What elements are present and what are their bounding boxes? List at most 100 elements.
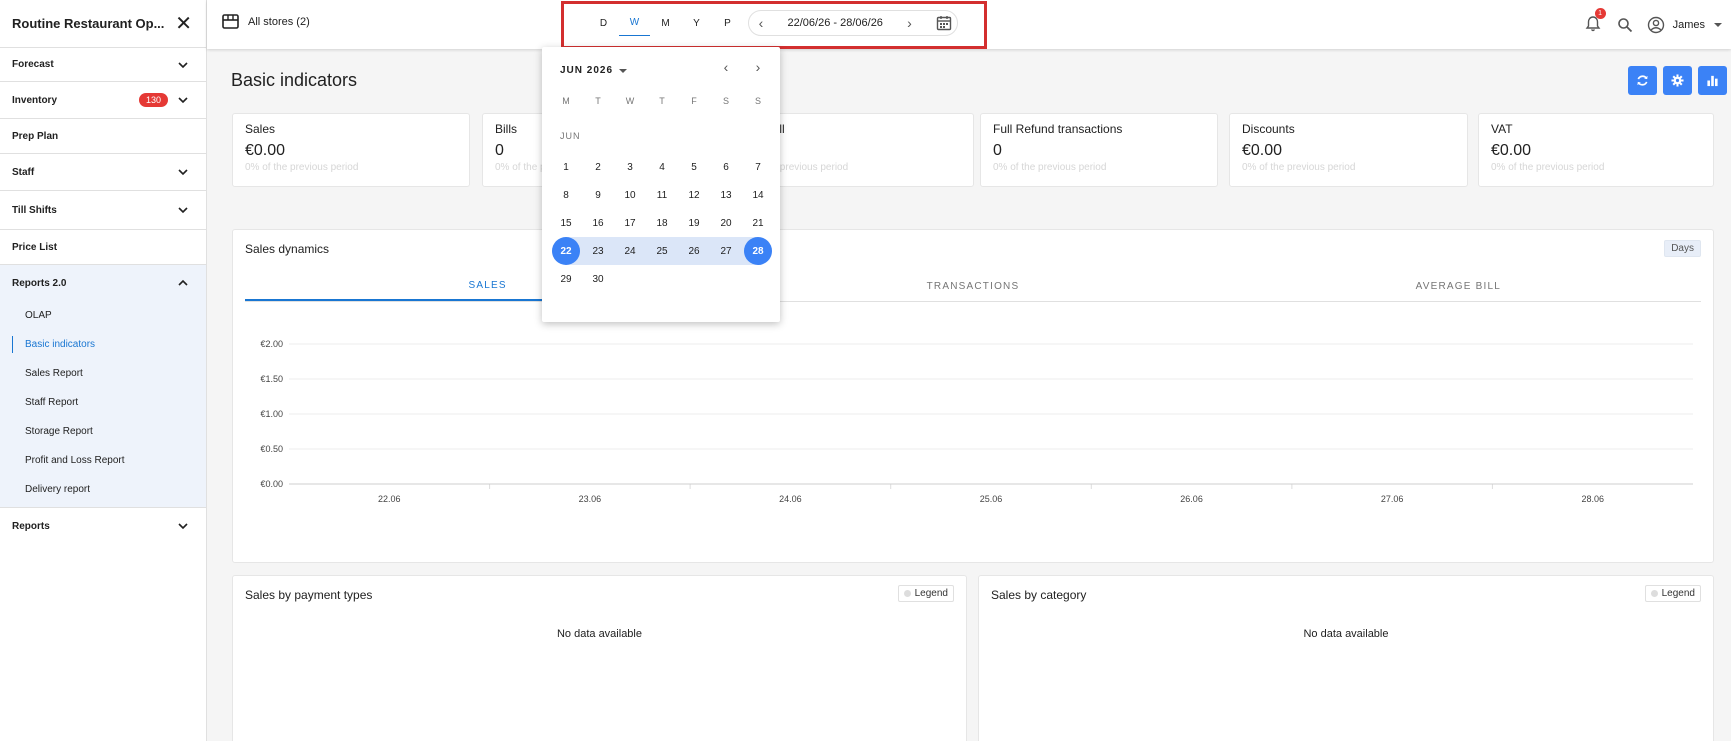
sidebar-item-staff[interactable]: Staff (0, 153, 206, 190)
kpi-comparison: 0% of the previous period (993, 162, 1107, 173)
calendar-day[interactable]: 12 (678, 181, 710, 209)
card-title: Sales by payment types (245, 588, 373, 602)
calendar-day[interactable]: 15 (550, 209, 582, 237)
calendar-day[interactable]: 13 (710, 181, 742, 209)
chevron-down-icon (178, 97, 188, 104)
chevron-down-icon (178, 61, 188, 68)
next-month-icon[interactable]: › (748, 59, 768, 75)
tab-transactions[interactable]: TRANSACTIONS (730, 272, 1215, 301)
sidebar-item-inventory[interactable]: Inventory 130 (0, 81, 206, 118)
kpi-card-sales: Sales €0.00 0% of the previous period (232, 113, 470, 187)
calendar-day[interactable]: 2 (582, 153, 614, 181)
calendar-day[interactable]: 11 (646, 181, 678, 209)
x-tick-label: 24.06 (779, 494, 802, 504)
calendar-day[interactable]: 1 (550, 153, 582, 181)
kpi-card-full-refund: Full Refund transactions 0 0% of the pre… (980, 113, 1218, 187)
calendar-day[interactable]: 3 (614, 153, 646, 181)
legend-toggle[interactable]: Legend (1644, 585, 1701, 602)
no-data-message: No data available (556, 628, 642, 640)
calendar-day[interactable]: 23 (582, 237, 614, 265)
inventory-count-badge: 130 (138, 93, 168, 107)
calendar-day[interactable]: 16 (582, 209, 614, 237)
notifications-button[interactable]: 1 (1585, 7, 1606, 35)
sidebar-title: Routine Restaurant Op... (12, 16, 165, 31)
month-year-selector[interactable]: JUN 2026 (560, 65, 629, 76)
sidebar-item-reports[interactable]: Reports (0, 507, 206, 544)
sidebar-subitem-profit-loss-report[interactable]: Profit and Loss Report (0, 446, 206, 475)
calendar-week-selected: 22 23 24 25 26 27 28 (550, 237, 774, 265)
sidebar-subitem-storage-report[interactable]: Storage Report (0, 417, 206, 446)
chart-view-button[interactable] (1698, 66, 1727, 95)
calendar-day[interactable]: 19 (678, 209, 710, 237)
calendar-day-range-start[interactable]: 22 (550, 237, 582, 265)
x-tick-label: 22.06 (378, 494, 401, 504)
calendar-day[interactable]: 4 (646, 153, 678, 181)
calendar-day[interactable]: 8 (550, 181, 582, 209)
y-tick-label: €1.00 (260, 409, 283, 419)
calendar-month-label: JUN (560, 131, 581, 141)
calendar-day[interactable]: 9 (582, 181, 614, 209)
calendar-day[interactable]: 27 (710, 237, 742, 265)
calendar-day[interactable]: 10 (614, 181, 646, 209)
sidebar-item-label: Till Shifts (12, 204, 57, 216)
calendar-day[interactable]: 29 (550, 265, 582, 293)
weekday-label: S (754, 96, 761, 106)
store-selector-label: All stores (2) (248, 15, 310, 28)
calendar-day[interactable]: 14 (742, 181, 774, 209)
refresh-button[interactable] (1628, 66, 1657, 95)
sidebar-subitem-olap[interactable]: OLAP (0, 301, 206, 330)
legend-toggle[interactable]: Legend (897, 585, 954, 602)
weekday-header: M T W T F S S (550, 96, 774, 106)
caret-down-icon (1714, 22, 1722, 27)
sidebar-item-label: Inventory (12, 94, 58, 106)
calendar-day[interactable]: 5 (678, 153, 710, 181)
calendar-day[interactable]: 17 (614, 209, 646, 237)
kpi-value: 0 (993, 142, 1002, 159)
calendar-day[interactable]: 20 (710, 209, 742, 237)
calendar-day[interactable]: 30 (582, 265, 614, 293)
store-selector[interactable]: All stores (2) (222, 14, 310, 29)
kpi-label: Full Refund transactions (993, 122, 1123, 136)
sidebar-item-till-shifts[interactable]: Till Shifts (0, 190, 206, 229)
calendar-day[interactable]: 26 (678, 237, 710, 265)
close-icon[interactable]: ✕ (175, 14, 192, 34)
y-tick-label: €0.50 (260, 444, 283, 454)
y-tick-label: €2.00 (260, 339, 283, 349)
sidebar-subitem-staff-report[interactable]: Staff Report (0, 388, 206, 417)
kpi-value: €0.00 (1242, 142, 1283, 159)
user-menu[interactable]: James (1647, 16, 1723, 34)
reports20-group: Reports 2.0 OLAP Basic indicators Sales … (0, 264, 206, 507)
prev-month-icon[interactable]: ‹ (716, 59, 736, 75)
sidebar-item-price-list[interactable]: Price List (0, 229, 206, 264)
settings-button[interactable] (1663, 66, 1692, 95)
calendar-day[interactable]: 24 (614, 237, 646, 265)
sidebar-item-forecast[interactable]: Forecast (0, 47, 206, 81)
calendar-day[interactable]: 6 (710, 153, 742, 181)
x-tick-label: 27.06 (1381, 494, 1404, 504)
y-tick-label: €1.50 (260, 374, 283, 384)
calendar-day[interactable]: 25 (646, 237, 678, 265)
legend-label: Legend (914, 588, 948, 599)
tab-average-bill[interactable]: AVERAGE BILL (1216, 272, 1701, 301)
sidebar-subitem-sales-report[interactable]: Sales Report (0, 359, 206, 388)
calendar-day[interactable]: 7 (742, 153, 774, 181)
kpi-card-vat: VAT €0.00 0% of the previous period (1478, 113, 1714, 187)
store-icon (222, 14, 239, 29)
kpi-label: Sales (245, 122, 276, 136)
sidebar-subitem-delivery-report[interactable]: Delivery report (0, 475, 206, 504)
calendar-day[interactable]: 18 (646, 209, 678, 237)
sidebar-item-reports-2-0[interactable]: Reports 2.0 (0, 265, 206, 301)
weekday-label: T (595, 96, 601, 106)
search-icon[interactable] (1617, 17, 1633, 33)
sales-dynamics-card: Sales dynamics Days SALES TRANSACTIONS A… (232, 229, 1714, 563)
calendar-day-range-end[interactable]: 28 (742, 237, 774, 265)
top-bar: All stores (2) D W M Y P ‹ 22/06/26 - 28… (207, 0, 1731, 49)
days-granularity-button[interactable]: Days (1664, 240, 1701, 257)
x-tick-label: 25.06 (980, 494, 1003, 504)
kpi-label: ge Bill (752, 122, 961, 136)
weekday-label: T (659, 96, 665, 106)
kpi-label: VAT (1491, 122, 1513, 136)
calendar-day[interactable]: 21 (742, 209, 774, 237)
sidebar-subitem-basic-indicators[interactable]: Basic indicators (0, 330, 206, 359)
sidebar-item-prep-plan[interactable]: Prep Plan (0, 118, 206, 153)
